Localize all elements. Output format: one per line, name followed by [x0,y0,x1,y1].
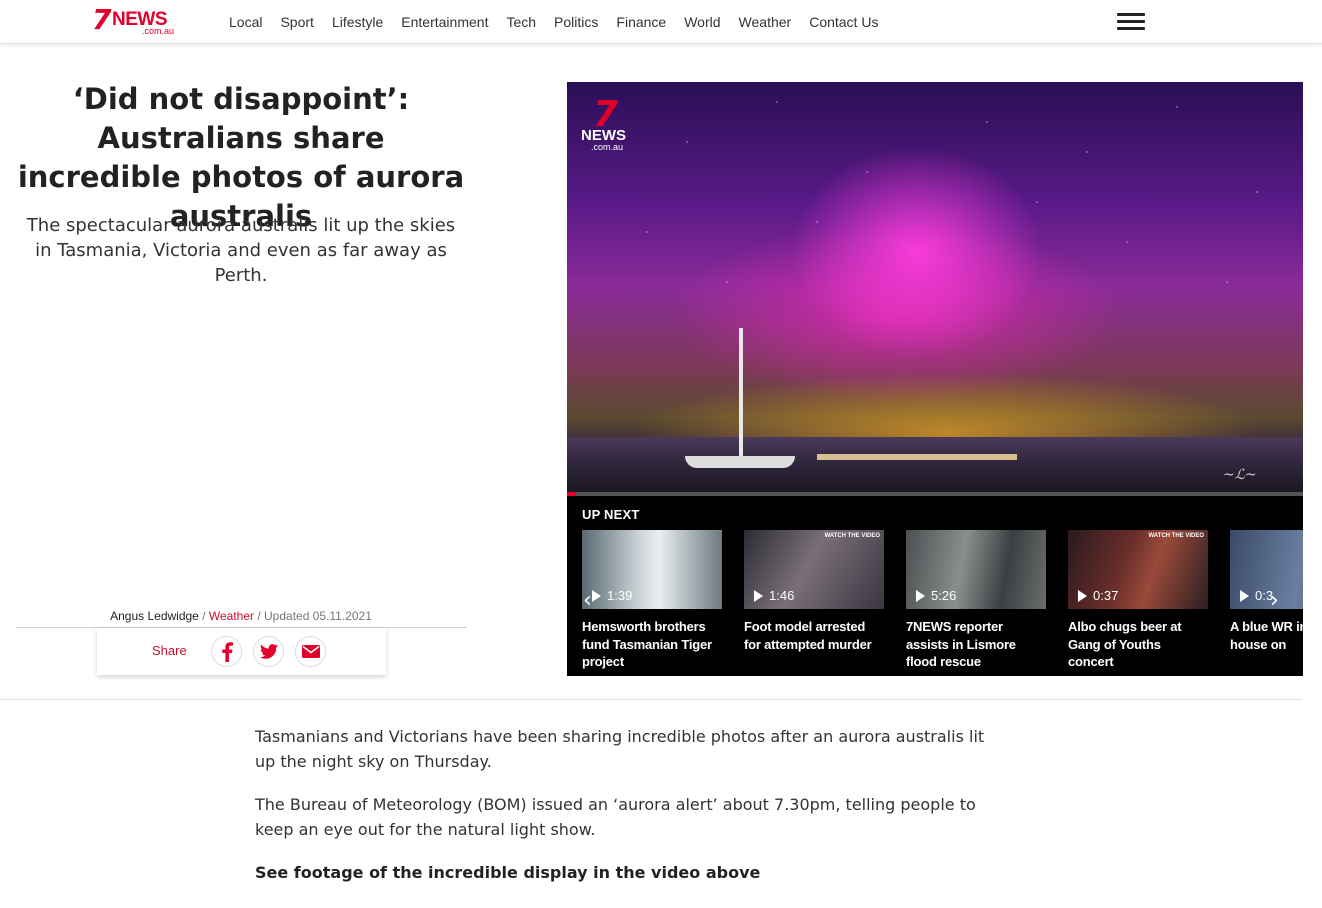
duration-text: 5:26 [931,588,957,603]
nav-world[interactable]: World [675,14,729,30]
video-callout: See footage of the incredible display in… [255,863,761,882]
video-progress-bar[interactable] [567,492,1303,496]
play-icon [1240,589,1249,602]
article-standfirst: The spectacular aurora australis lit up … [26,215,456,286]
nav-politics[interactable]: Politics [545,14,607,30]
body-paragraph: The Bureau of Meteorology (BOM) issued a… [255,795,976,839]
up-next-item[interactable]: WATCH THE VIDEO 0:37 Albo chugs beer at … [1068,530,1208,671]
video-watermark-logo: 7 NEWS .com.au [581,96,641,152]
section-divider [0,699,1302,700]
byline-separator: / [257,609,265,623]
thumb-duration: 0:3 [1240,588,1273,603]
site-header: 7 NEWS .com.au Local Sport Lifestyle Ent… [0,0,1322,44]
up-next-thumbnail[interactable]: WATCH THE VIDEO 1:46 [744,530,884,609]
up-next-label: UP NEXT [582,507,640,522]
up-next-carousel: 1:39 Hemsworth brothers fund Tasmanian T… [582,530,1303,676]
nav-local[interactable]: Local [220,14,271,30]
logo-domain: .com.au [142,26,175,36]
duration-text: 0:37 [1093,588,1119,603]
7news-logo[interactable]: 7 NEWS .com.au [92,3,184,37]
thumb-duration: 1:46 [754,588,794,603]
up-next-thumbnail[interactable]: 1:39 [582,530,722,609]
up-next-title[interactable]: Albo chugs beer at Gang of Youths concer… [1068,618,1208,671]
thumb-duration: 0:37 [1078,588,1118,603]
nav-entertainment[interactable]: Entertainment [392,14,497,30]
harbour-water [567,437,1303,492]
twitter-icon [259,644,278,659]
nav-finance[interactable]: Finance [607,14,675,30]
up-next-thumbnail[interactable]: WATCH THE VIDEO 0:37 [1068,530,1208,609]
play-icon [1078,589,1087,602]
share-label: Share [152,643,187,658]
up-next-title[interactable]: Foot model arrested for attempted murder [744,618,884,653]
thumb-badge: WATCH THE VIDEO [1148,533,1204,539]
facebook-share-button[interactable] [211,636,242,667]
video-frame[interactable]: 7 NEWS .com.au ~ℒ~ [567,82,1303,492]
facebook-icon [221,641,233,662]
nav-sport[interactable]: Sport [271,14,322,30]
up-next-item[interactable]: 1:39 Hemsworth brothers fund Tasmanian T… [582,530,722,671]
twitter-share-button[interactable] [253,636,284,667]
byline: Angus Ledwidge / Weather / Updated 05.11… [16,609,466,623]
thumb-duration: 1:39 [592,588,632,603]
starry-sky [567,82,1303,492]
up-next-title[interactable]: A blue WR into a Pia house on [1230,618,1303,653]
video-progress-fill [567,492,576,496]
nav-contact-us[interactable]: Contact Us [800,14,887,30]
chevron-right-icon[interactable]: › [1270,590,1279,612]
thumb-duration: 5:26 [916,588,956,603]
nav-tech[interactable]: Tech [497,14,545,30]
share-box: Share [97,628,386,675]
main-nav: Local Sport Lifestyle Entertainment Tech… [220,0,887,44]
logo-seven: 7 [92,3,112,36]
author-name[interactable]: Angus Ledwidge [110,609,199,623]
play-icon [754,589,763,602]
thumb-badge: WATCH THE VIDEO [824,533,880,539]
hamburger-menu-icon[interactable] [1117,13,1145,31]
up-next-item[interactable]: 5:26 7NEWS reporter assists in Lismore f… [906,530,1046,671]
article-body: Tasmanians and Victorians have been shar… [255,724,985,903]
duration-text: 1:46 [769,588,795,603]
chevron-left-icon[interactable]: ‹ [583,590,592,612]
up-next-title[interactable]: Hemsworth brothers fund Tasmanian Tiger … [582,618,722,671]
body-paragraph: Tasmanians and Victorians have been shar… [255,727,985,771]
nav-weather[interactable]: Weather [730,14,801,30]
email-share-button[interactable] [295,636,326,667]
up-next-thumbnail[interactable]: 5:26 [906,530,1046,609]
byline-separator: / [202,609,209,623]
section-link[interactable]: Weather [209,609,254,623]
photographer-signature: ~ℒ~ [1223,467,1257,483]
up-next-item[interactable]: 0:3 A blue WR into a Pia house on [1230,530,1303,653]
up-next-thumbnail[interactable]: 0:3 [1230,530,1303,609]
video-logo-domain: .com.au [591,142,624,152]
video-player[interactable]: 7 NEWS .com.au ~ℒ~ UP NEXT 1:39 Hemswort… [567,82,1303,676]
up-next-item[interactable]: WATCH THE VIDEO 1:46 Foot model arrested… [744,530,884,653]
video-logo-news: NEWS [581,127,626,144]
duration-text: 1:39 [607,588,633,603]
email-icon [301,645,320,658]
jetty-lights [817,454,1017,460]
updated-date: Updated 05.11.2021 [264,609,372,623]
nav-lifestyle[interactable]: Lifestyle [323,14,392,30]
up-next-title[interactable]: 7NEWS reporter assists in Lismore flood … [906,618,1046,671]
play-icon [592,589,601,602]
boat-hull [685,456,795,468]
boat-mast [739,328,743,463]
play-icon [916,589,925,602]
